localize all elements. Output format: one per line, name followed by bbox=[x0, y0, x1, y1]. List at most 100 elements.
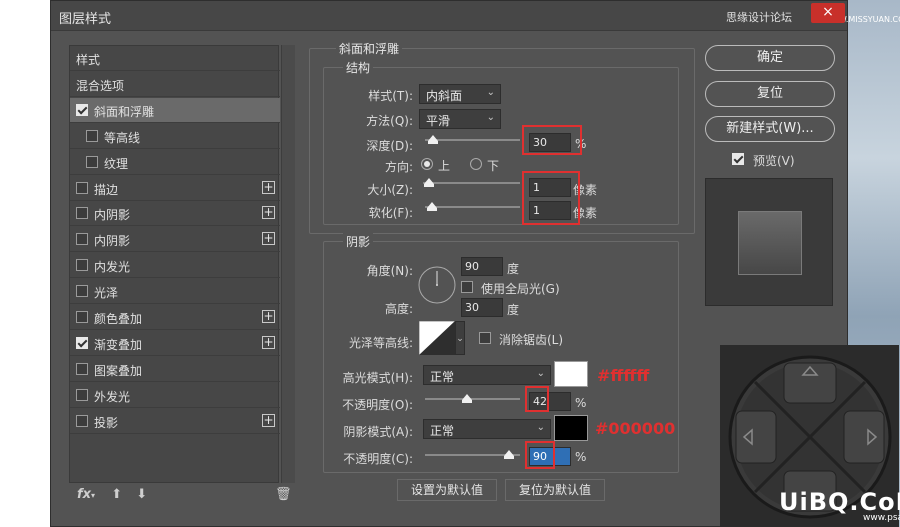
highlight-mode-label: 高光模式(H): bbox=[342, 371, 413, 385]
angle-dial[interactable] bbox=[417, 265, 457, 305]
effect-item[interactable]: 图案叠加 bbox=[70, 357, 280, 382]
shadow-opacity-highlight bbox=[525, 441, 555, 469]
chevron-down-icon: ⌄ bbox=[486, 87, 495, 98]
add-effect-icon[interactable]: + bbox=[262, 310, 275, 323]
layer-style-dialog: 图层样式 思缘设计论坛 WWW.MISSYUAN.COM × 样式混合选项斜面和… bbox=[50, 0, 900, 527]
depth-slider[interactable] bbox=[425, 139, 520, 141]
style-preview bbox=[705, 178, 833, 306]
effect-item[interactable]: 光泽 bbox=[70, 279, 280, 305]
close-button[interactable]: × bbox=[811, 3, 845, 23]
effect-item[interactable]: 颜色叠加 + bbox=[70, 305, 280, 330]
style-label: 样式(T): bbox=[368, 89, 413, 103]
depth-slider-thumb[interactable] bbox=[427, 135, 438, 144]
altitude-input[interactable]: 30 bbox=[461, 298, 503, 317]
effect-item[interactable]: 投影 + bbox=[70, 409, 280, 434]
effects-list-scrollbar[interactable] bbox=[281, 45, 295, 483]
effect-checkbox[interactable] bbox=[76, 388, 88, 401]
new-style-button[interactable]: 新建样式(W)... bbox=[705, 116, 835, 142]
effect-checkbox[interactable] bbox=[76, 207, 88, 220]
highlight-opacity-unit: % bbox=[575, 396, 587, 410]
move-down-icon[interactable]: ⬇ bbox=[136, 487, 147, 502]
soften-slider-thumb[interactable] bbox=[426, 202, 437, 211]
effect-item[interactable]: 内阴影 + bbox=[70, 227, 280, 253]
effect-checkbox[interactable] bbox=[86, 155, 98, 168]
global-light-checkbox[interactable] bbox=[461, 281, 473, 293]
direction-down-radio[interactable] bbox=[470, 158, 482, 170]
effect-checkbox[interactable] bbox=[76, 233, 88, 246]
chevron-down-icon: ⌄ bbox=[536, 422, 545, 433]
add-effect-icon[interactable]: + bbox=[262, 206, 275, 220]
direction-up-radio[interactable] bbox=[421, 158, 433, 170]
effect-checkbox[interactable] bbox=[76, 103, 88, 116]
highlight-opacity-thumb[interactable] bbox=[461, 394, 472, 403]
effect-item[interactable]: 混合选项 bbox=[70, 72, 280, 97]
highlight-color-swatch[interactable] bbox=[554, 361, 588, 387]
structure-title: 结构 bbox=[343, 59, 374, 76]
reset-button[interactable]: 复位 bbox=[705, 81, 835, 107]
effect-item[interactable]: 内发光 bbox=[70, 253, 280, 279]
antialias-checkbox[interactable] bbox=[479, 332, 491, 344]
effect-item[interactable]: 描边 + bbox=[70, 176, 280, 201]
ok-button[interactable]: 确定 bbox=[705, 45, 835, 71]
make-default-button[interactable]: 设置为默认值 bbox=[397, 479, 497, 501]
effect-checkbox[interactable] bbox=[76, 285, 88, 298]
style-select[interactable]: 内斜面 ⌄ bbox=[419, 84, 501, 104]
gloss-contour-dropdown[interactable]: ⌄ bbox=[455, 321, 465, 355]
shadow-opacity-unit: % bbox=[575, 450, 587, 464]
effect-item[interactable]: 斜面和浮雕 bbox=[70, 97, 280, 123]
title-bar: 图层样式 思缘设计论坛 WWW.MISSYUAN.COM × bbox=[51, 1, 900, 31]
shadow-mode-label: 阴影模式(A): bbox=[343, 425, 413, 439]
effect-item[interactable]: 纹理 bbox=[70, 150, 280, 175]
effect-item[interactable]: 渐变叠加 + bbox=[70, 331, 280, 356]
effect-checkbox[interactable] bbox=[76, 311, 88, 323]
watermark-brand: UiBQ.CoM bbox=[779, 488, 900, 516]
effect-label: 等高线 bbox=[104, 130, 141, 145]
soften-slider[interactable] bbox=[425, 206, 520, 208]
effect-label: 投影 bbox=[94, 415, 119, 430]
effect-checkbox[interactable] bbox=[86, 129, 98, 142]
shadow-mode-value: 正常 bbox=[430, 424, 455, 438]
shadow-color-note: #000000 bbox=[595, 419, 676, 438]
move-up-icon[interactable]: ⬆ bbox=[111, 487, 122, 502]
effect-label: 光泽 bbox=[94, 286, 119, 301]
add-effect-icon[interactable]: + bbox=[262, 413, 275, 427]
effect-item[interactable]: 等高线 bbox=[70, 124, 280, 149]
size-label: 大小(Z): bbox=[367, 183, 413, 197]
preview-checkbox[interactable] bbox=[732, 153, 744, 165]
effect-item[interactable]: 外发光 bbox=[70, 383, 280, 408]
highlight-mode-select[interactable]: 正常 ⌄ bbox=[423, 365, 551, 385]
effect-checkbox[interactable] bbox=[76, 259, 88, 272]
gloss-contour-swatch[interactable] bbox=[419, 321, 455, 355]
altitude-unit: 度 bbox=[507, 303, 520, 317]
effect-item[interactable]: 内阴影 + bbox=[70, 201, 280, 227]
preview-label: 预览(V) bbox=[753, 154, 795, 168]
add-effect-icon[interactable]: + bbox=[262, 180, 275, 194]
effect-checkbox[interactable] bbox=[76, 362, 88, 375]
fx-button[interactable]: fx bbox=[77, 487, 91, 502]
effect-checkbox[interactable] bbox=[76, 336, 88, 349]
add-effect-icon[interactable]: + bbox=[262, 335, 275, 349]
shadow-opacity-thumb[interactable] bbox=[504, 450, 515, 459]
technique-select[interactable]: 平滑 ⌄ bbox=[419, 109, 501, 129]
effect-item[interactable]: 样式 bbox=[70, 46, 280, 71]
effect-label: 渐变叠加 bbox=[94, 337, 143, 352]
effect-label: 样式 bbox=[76, 53, 101, 67]
highlight-opacity-highlight bbox=[525, 386, 549, 412]
shadow-mode-select[interactable]: 正常 ⌄ bbox=[423, 419, 551, 439]
size-slider-thumb[interactable] bbox=[423, 178, 434, 187]
angle-input[interactable]: 90 bbox=[461, 257, 503, 276]
highlight-opacity-slider[interactable] bbox=[425, 398, 520, 400]
highlight-mode-value: 正常 bbox=[430, 370, 455, 384]
size-slider[interactable] bbox=[423, 182, 520, 184]
effect-checkbox[interactable] bbox=[76, 181, 88, 194]
altitude-label: 高度: bbox=[384, 302, 413, 316]
direction-label: 方向: bbox=[384, 160, 413, 174]
add-effect-icon[interactable]: + bbox=[262, 232, 275, 246]
size-soften-highlight bbox=[522, 171, 580, 225]
chevron-down-icon: ⌄ bbox=[486, 112, 495, 123]
reset-default-button[interactable]: 复位为默认值 bbox=[505, 479, 605, 501]
effect-checkbox[interactable] bbox=[76, 414, 88, 427]
trash-icon[interactable]: 🗑 bbox=[275, 487, 292, 502]
effect-label: 斜面和浮雕 bbox=[94, 104, 155, 119]
shadow-color-swatch[interactable] bbox=[554, 415, 588, 441]
